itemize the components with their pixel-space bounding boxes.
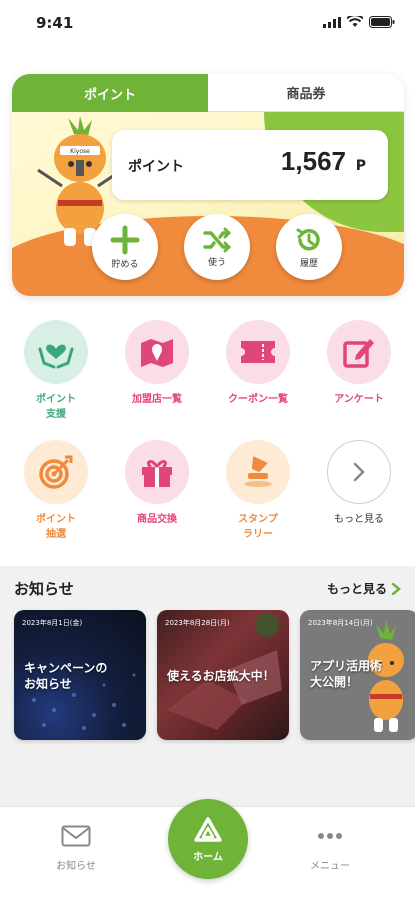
- status-icons: [323, 16, 395, 28]
- news-title: 使えるお店拡大中！: [167, 669, 275, 683]
- news-more-label: もっと見る: [326, 582, 387, 596]
- map-icon: [141, 339, 173, 367]
- menu-icon-bg: [125, 320, 189, 384]
- earn-label: 貯める: [111, 259, 139, 270]
- use-button[interactable]: 使う: [184, 214, 250, 280]
- chevron-right-icon: [391, 582, 401, 595]
- point-label: ポイント: [128, 159, 184, 175]
- shuffle-icon: [203, 227, 231, 252]
- earn-button[interactable]: 貯める: [92, 214, 158, 280]
- menu-label: 加盟店一覧: [132, 394, 182, 405]
- wifi-icon: [347, 16, 363, 27]
- history-button[interactable]: 履歴: [276, 214, 342, 280]
- point-value: 1,567: [280, 146, 346, 176]
- menu-label: スタンプ ラリー: [238, 514, 278, 540]
- menu-label: アンケート: [334, 394, 384, 405]
- tab-gift-certificates[interactable]: 商品券: [208, 74, 404, 112]
- chevron-right-icon: [353, 462, 365, 482]
- target-icon: [39, 455, 73, 489]
- tab-notices-label: お知らせ: [56, 861, 96, 872]
- menu-see-more[interactable]: もっと見る: [309, 440, 409, 527]
- edit-icon: [343, 339, 374, 368]
- point-unit: P: [355, 158, 366, 174]
- menu-label: クーポン一覧: [228, 394, 288, 405]
- menu-icon-bg: [24, 440, 88, 504]
- menu-coupon-list[interactable]: クーポン一覧: [208, 320, 308, 407]
- news-card-store-expansion[interactable]: 2023年8月28日(月) 使えるお店拡大中！: [157, 610, 289, 740]
- menu-icon-bg: [226, 320, 290, 384]
- home-label: ホーム: [193, 851, 223, 863]
- menu-store-list[interactable]: 加盟店一覧: [107, 320, 207, 407]
- menu-icon-bg: [125, 440, 189, 504]
- use-label: 使う: [207, 257, 226, 268]
- battery-icon: [369, 16, 395, 28]
- menu-point-support[interactable]: ポイント 支援: [6, 320, 106, 422]
- menu-stamp-rally[interactable]: スタンプ ラリー: [208, 440, 308, 542]
- news-title: キャンペーンの お知らせ: [24, 661, 108, 691]
- mail-icon: [61, 825, 91, 847]
- menu-label: 商品交換: [137, 514, 177, 525]
- history-icon: [296, 228, 320, 250]
- news-card-app-tips[interactable]: 2023年8月14日(月) アプリ活用術 大公開！: [300, 610, 415, 740]
- svg-text:Kiyose: Kiyose: [70, 148, 90, 155]
- menu-point-lottery[interactable]: ポイント 抽選: [6, 440, 106, 542]
- news-section: お知らせ もっと見る 2023年8月1日(金) キャンペーンの お知らせ 202…: [0, 566, 415, 806]
- news-date: 2023年8月28日(月): [165, 619, 230, 627]
- home-button[interactable]: ホーム: [168, 799, 248, 879]
- more-dots-icon: [318, 833, 342, 839]
- stamp-icon: [244, 456, 272, 487]
- bottom-tab-bar: お知らせ ホーム メニュー: [0, 799, 415, 900]
- menu-label: ポイント 抽選: [36, 514, 76, 540]
- news-date: 2023年8月1日(金): [22, 619, 83, 627]
- signal-icon: [323, 16, 341, 28]
- menu-icon-bg: [226, 440, 290, 504]
- news-title: アプリ活用術 大公開！: [310, 659, 383, 689]
- tab-menu[interactable]: メニュー: [280, 825, 380, 872]
- home-logo-icon: [194, 816, 222, 842]
- gift-icon: [142, 460, 172, 487]
- tab-menu-label: メニュー: [310, 861, 350, 872]
- news-see-more-link[interactable]: もっと見る: [327, 580, 401, 597]
- menu-product-exchange[interactable]: 商品交換: [107, 440, 207, 527]
- history-label: 履歴: [299, 258, 318, 269]
- menu-icon-bg: [327, 440, 391, 504]
- status-time: 9:41: [36, 14, 74, 32]
- news-date: 2023年8月14日(月): [308, 619, 373, 627]
- card-actions: 貯める 使う 履歴: [92, 214, 342, 280]
- menu-survey[interactable]: アンケート: [309, 320, 409, 407]
- tab-points[interactable]: ポイント: [12, 74, 208, 112]
- menu-label: ポイント 支援: [36, 394, 76, 420]
- tab-notices[interactable]: お知らせ: [26, 825, 126, 872]
- status-bar: 9:41: [0, 0, 415, 46]
- heart-hands-icon: [38, 344, 74, 369]
- menu-label: もっと見る: [334, 514, 384, 525]
- news-list: 2023年8月1日(金) キャンペーンの お知らせ 2023年8月28日(月) …: [14, 610, 415, 740]
- point-balance-box: ポイント 1,567 P: [112, 130, 388, 200]
- card-tabs: ポイント 商品券: [12, 74, 404, 112]
- news-heading: お知らせ: [14, 580, 74, 598]
- ticket-icon: [241, 341, 275, 363]
- plus-icon: [110, 225, 140, 254]
- menu-icon-bg: [24, 320, 88, 384]
- menu-icon-bg: [327, 320, 391, 384]
- point-card: ポイント 商品券 Kiyose ポイント 1,567 P 貯める 使う 履歴: [12, 74, 404, 296]
- news-card-campaign[interactable]: 2023年8月1日(金) キャンペーンの お知らせ: [14, 610, 146, 740]
